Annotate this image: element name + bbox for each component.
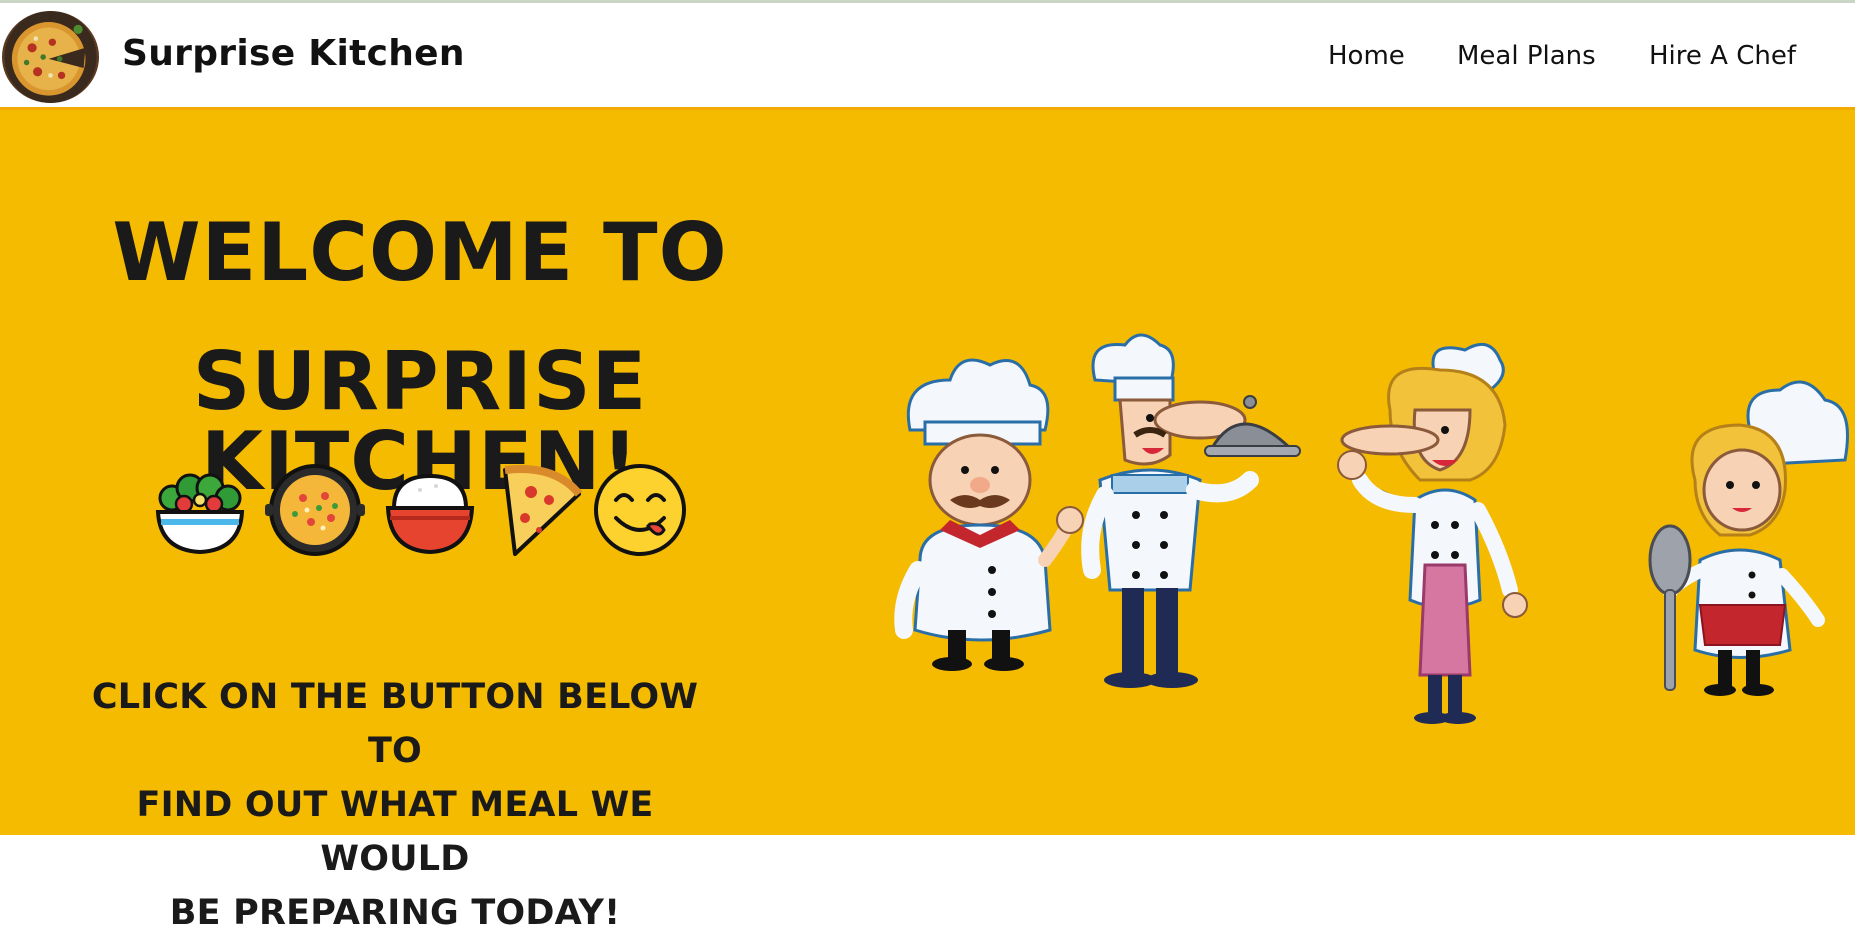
brand-name[interactable]: Surprise Kitchen: [122, 33, 465, 74]
chef-woman-icon: [1337, 342, 1528, 724]
yum-face-icon: [590, 460, 690, 560]
chef-chubby-icon: [894, 358, 1084, 671]
pizza-logo-icon[interactable]: [2, 11, 99, 103]
hero-title-line1: WELCOME TO: [112, 206, 728, 299]
cta-text: CLICK ON THE BUTTON BELOW TO FIND OUT WH…: [60, 670, 730, 940]
nav-link-meal-plans[interactable]: Meal Plans: [1457, 41, 1596, 71]
nav-link-home[interactable]: Home: [1328, 41, 1405, 71]
chef-tall-cloche-icon: [1081, 333, 1301, 688]
navbar: Surprise Kitchen Home Meal Plans Hire A …: [0, 0, 1855, 110]
hero-section: WELCOME TO SURPRISE KITCHEN! CLICK ON TH…: [0, 110, 1855, 933]
cta-line1: CLICK ON THE BUTTON BELOW TO: [91, 677, 699, 771]
cta-line3: BE PREPARING TODAY!: [169, 893, 621, 933]
chef-girl-spoon-icon: [1648, 380, 1849, 696]
food-emoji-row: [150, 460, 690, 560]
paella-icon: [265, 460, 365, 560]
cartoon-chefs-illustration: [880, 330, 1855, 750]
pizza-slice-icon: [495, 460, 595, 560]
nav-link-hire-a-chef[interactable]: Hire A Chef: [1649, 41, 1796, 71]
cta-line2: FIND OUT WHAT MEAL WE WOULD: [136, 785, 654, 879]
rice-bowl-icon: [380, 460, 480, 560]
salad-icon: [150, 460, 250, 560]
